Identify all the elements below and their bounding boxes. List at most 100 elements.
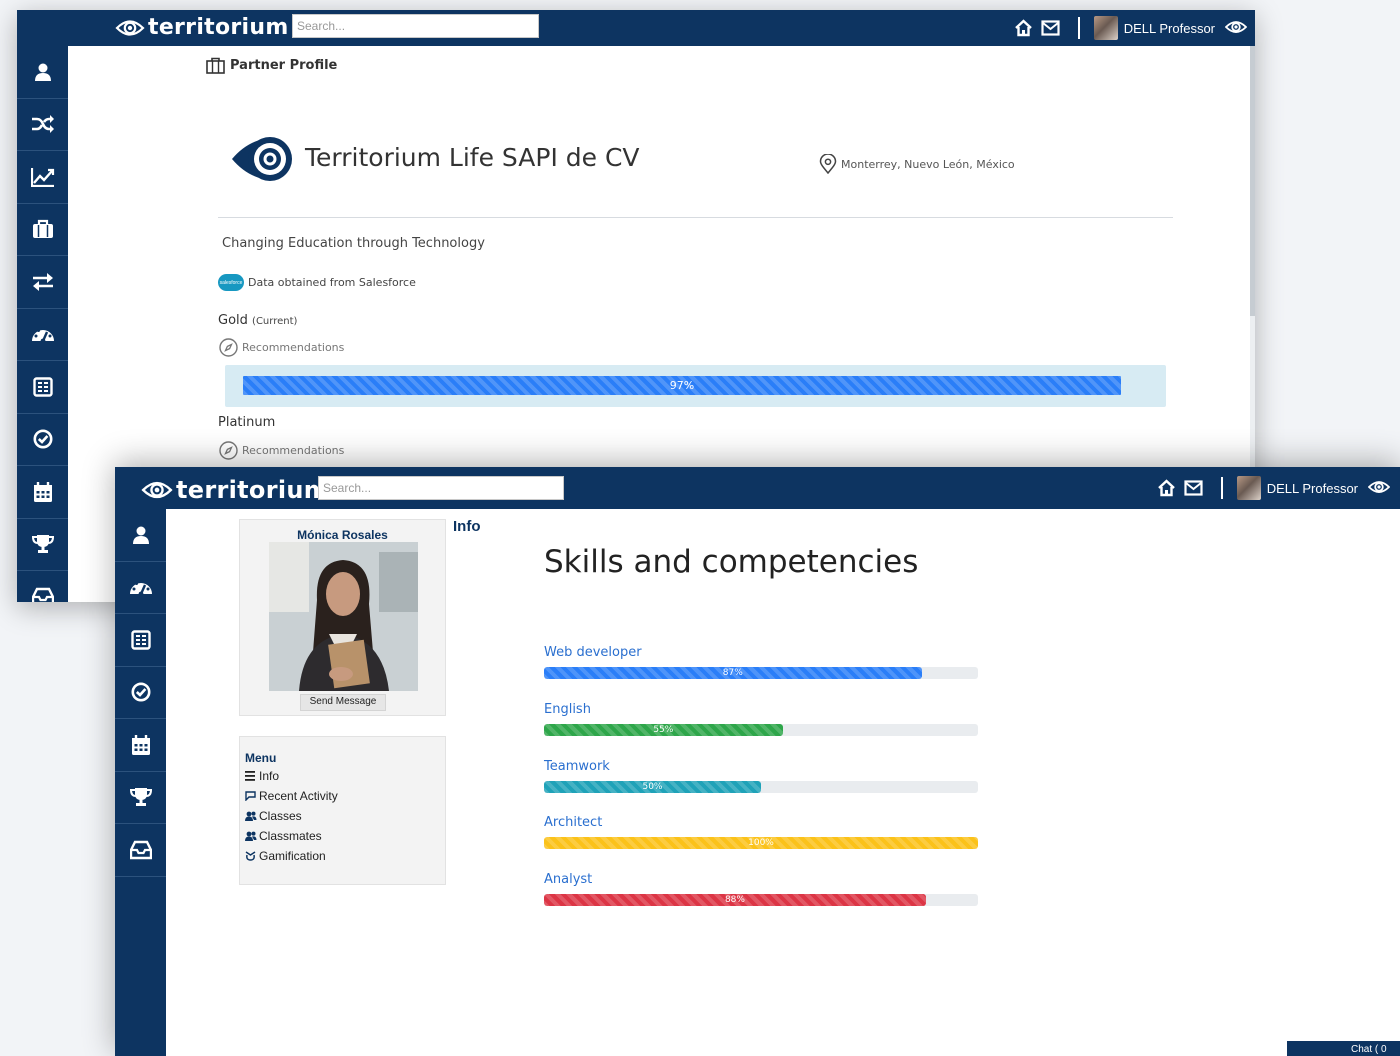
menu-item-info[interactable]: Info [245,766,440,786]
divider [1077,17,1080,39]
sidebar-item-briefcase[interactable] [17,204,68,256]
company-location: Monterrey, Nuevo León, México [819,154,1015,174]
sidebar-item-gradebook[interactable] [115,614,166,667]
user-icon [33,62,53,82]
transfer-icon [31,272,55,292]
avatar[interactable] [1236,476,1261,500]
recommendations-label[interactable]: Recommendations [242,341,344,354]
recommendations-label[interactable]: Recommendations [242,444,344,457]
sidebar-item-trophy[interactable] [17,519,68,571]
users-icon [245,831,259,841]
mail-icon[interactable] [1041,20,1060,36]
menu-item-recent-activity[interactable]: Recent Activity [245,786,440,806]
brand-text: territorium [148,15,289,40]
chat-button[interactable]: Chat ( 0 [1287,1041,1400,1056]
menu-item-label[interactable]: Gamification [259,849,326,863]
brand-text: territorium [176,476,330,504]
menu-item-classmates[interactable]: Classmates [245,826,440,846]
page-title: Partner Profile [230,58,338,73]
skill-name: English [544,701,591,717]
chart-icon [30,167,55,187]
menu-item-label[interactable]: Recent Activity [259,789,338,803]
profile-card: Mónica Rosales Send Message [239,519,446,716]
home-icon[interactable] [1157,479,1176,497]
send-message-button[interactable]: Send Message [300,694,386,711]
sidebar-item-check-circle[interactable] [17,414,68,466]
eye-logo-icon [1367,479,1391,498]
skill-item: Architect 100% [544,815,978,850]
gold-progress-panel: 97% [225,365,1166,407]
brand-logo[interactable]: territorium [141,476,329,504]
sidebar-item-user[interactable] [17,46,68,99]
sidebar-item-dashboard[interactable] [17,309,68,361]
gradebook-icon [130,630,151,650]
recommendations-link[interactable]: Recommendations [219,338,344,357]
trophy-icon [31,534,54,554]
divider [218,217,1173,218]
salesforce-logo-text: salesforce [219,279,243,286]
menu-item-label[interactable]: Classmates [259,829,322,843]
sidebar [115,509,166,1056]
breadcrumb: Partner Profile [206,57,337,74]
user-name[interactable]: DELL Professor [1124,21,1215,36]
sidebar-item-user[interactable] [115,509,166,562]
skill-name: Architect [544,815,603,831]
home-icon[interactable] [1014,19,1033,37]
dashboard-icon [31,324,55,344]
user-name[interactable]: DELL Professor [1267,481,1358,496]
search-input[interactable] [292,14,539,38]
recommendations-link[interactable]: Recommendations [219,441,344,460]
brand-logo[interactable]: territorium [115,15,289,40]
comment-icon [245,791,259,801]
sidebar-item-calendar[interactable] [17,466,68,519]
inbox-icon [31,587,54,602]
shuffle-icon [31,114,55,134]
skill-name: Analyst [544,872,593,888]
sidebar-item-transfer[interactable] [17,256,68,309]
menu-item-label[interactable]: Info [259,769,279,783]
briefcase-icon [32,219,54,239]
profile-photo [269,542,418,691]
sidebar-item-shuffle[interactable] [17,99,68,151]
inbox-icon [129,840,152,860]
top-navbar: territorium DELL Professor [115,467,1400,509]
sidebar-item-inbox[interactable] [17,571,68,602]
sidebar-item-calendar[interactable] [115,719,166,772]
check-circle-icon [33,429,53,449]
scrollbar-thumb[interactable] [1250,46,1255,316]
sidebar-item-inbox[interactable] [115,824,166,877]
info-heading: Info [453,518,481,535]
tier-gold: Gold (Current) [218,313,297,328]
calendar-icon [131,734,151,756]
menu-item-classes[interactable]: Classes [245,806,440,826]
eye-logo-icon [232,137,292,181]
tier-platinum: Platinum [218,415,275,430]
search-input[interactable] [318,476,564,500]
trophy-icon [129,787,152,807]
compass-icon [219,338,238,357]
avatar[interactable] [1093,16,1118,40]
sidebar-item-check-circle[interactable] [115,667,166,719]
menu-item-gamification[interactable]: Gamification [245,846,440,866]
skill-item: Web developer 87% [544,645,978,679]
sidebar-item-gradebook[interactable] [17,361,68,414]
sidebar-item-chart[interactable] [17,151,68,204]
top-right-menu: DELL Professor [1157,467,1391,509]
data-source: salesforce Data obtained from Salesforce [218,274,416,291]
skill-progress-track: 100% [544,837,978,850]
dashboard-icon [129,577,153,597]
skill-name: Teamwork [544,758,610,774]
eye-logo-icon [115,19,145,36]
mail-icon[interactable] [1184,480,1203,496]
sidebar-item-trophy[interactable] [115,772,166,824]
student-portrait-icon [269,542,418,691]
menu-title: Menu [245,751,277,765]
skill-name: Web developer [544,645,642,660]
skill-progress-track: 88% [544,894,978,907]
sidebar-item-dashboard[interactable] [115,562,166,614]
skills-title: Skills and competencies [544,544,919,580]
briefcase-icon [206,57,225,74]
sidebar [17,46,68,602]
menu-item-label[interactable]: Classes [259,809,302,823]
skill-item: Teamwork 50% [544,759,978,793]
